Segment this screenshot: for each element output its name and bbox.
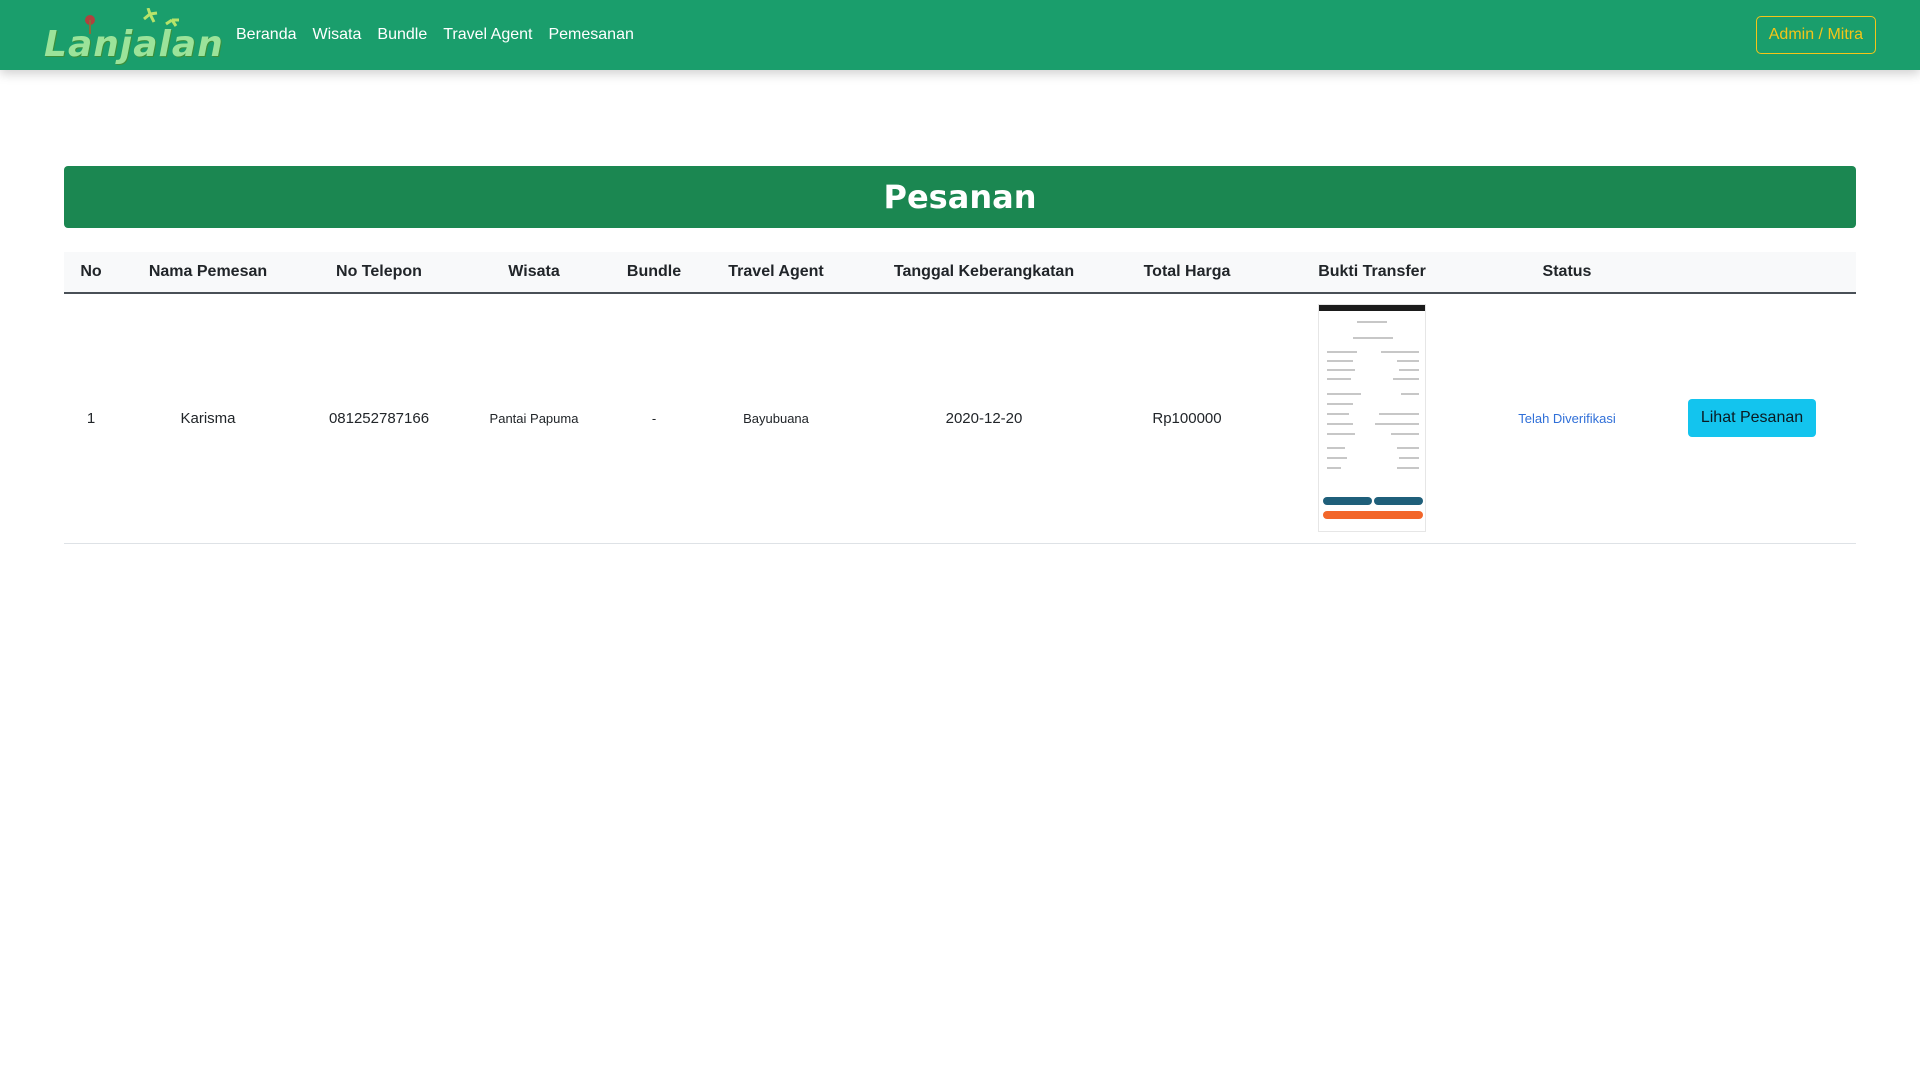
top-navbar: Lanjalan Beranda Wisata Bundle Travel Ag… (0, 0, 1920, 70)
header-wisata: Wisata (508, 263, 560, 280)
admin-mitra-button[interactable]: Admin / Mitra (1755, 16, 1876, 54)
cell-bundle: - (651, 410, 657, 426)
header-no: No (80, 263, 102, 280)
transfer-proof-image[interactable] (1318, 304, 1426, 533)
nav-link-beranda[interactable]: Beranda (236, 26, 297, 44)
brand-name: Lanjalan (44, 24, 224, 65)
cell-total: Rp100000 (1152, 409, 1222, 427)
header-bundle: Bundle (626, 263, 682, 280)
cell-tanggal: 2020-12-20 (945, 409, 1023, 427)
orders-table: No Nama Pemesan No Telepon Wisata Bundle… (64, 252, 1856, 544)
cell-travel-agent: Bayubuana (743, 410, 809, 426)
cell-no: 1 (86, 409, 96, 427)
page-title: Pesanan (883, 178, 1037, 216)
header-travel-agent: Travel Agent (728, 263, 824, 280)
cell-wisata: Pantai Papuma (489, 410, 579, 426)
cell-status: Telah Diverifikasi (1486, 293, 1648, 543)
table-header-row: No Nama Pemesan No Telepon Wisata Bundle… (64, 252, 1856, 293)
header-nama-pemesan: Nama Pemesan (148, 263, 268, 280)
header-action (1648, 252, 1856, 293)
nav-link-travel-agent[interactable]: Travel Agent (443, 26, 532, 44)
cell-nama: Karisma (180, 409, 236, 427)
lihat-pesanan-button[interactable]: Lihat Pesanan (1687, 399, 1817, 438)
table-row: 1 Karisma 081252787166 Pantai Papuma - B… (64, 293, 1856, 543)
header-bukti-transfer: Bukti Transfer (1318, 263, 1426, 280)
nav-link-pemesanan[interactable]: Pemesanan (548, 26, 633, 44)
cell-action: Lihat Pesanan (1648, 293, 1856, 543)
header-status: Status (1542, 263, 1592, 280)
header-no-telepon: No Telepon (336, 263, 422, 280)
header-tanggal: Tanggal Keberangkatan (893, 263, 1075, 280)
page-title-bar: Pesanan (64, 166, 1856, 228)
nav-menu: Beranda Wisata Bundle Travel Agent Pemes… (236, 0, 650, 70)
cell-telepon: 081252787166 (328, 409, 430, 427)
header-total-harga: Total Harga (1143, 263, 1231, 280)
nav-link-bundle[interactable]: Bundle (377, 26, 427, 44)
brand-logo[interactable]: Lanjalan (42, 8, 223, 65)
nav-link-wisata[interactable]: Wisata (313, 26, 362, 44)
orders-table-container: No Nama Pemesan No Telepon Wisata Bundle… (64, 252, 1856, 544)
cell-bukti-transfer (1258, 293, 1486, 543)
status-verified-link[interactable]: Telah Diverifikasi (1518, 411, 1616, 426)
